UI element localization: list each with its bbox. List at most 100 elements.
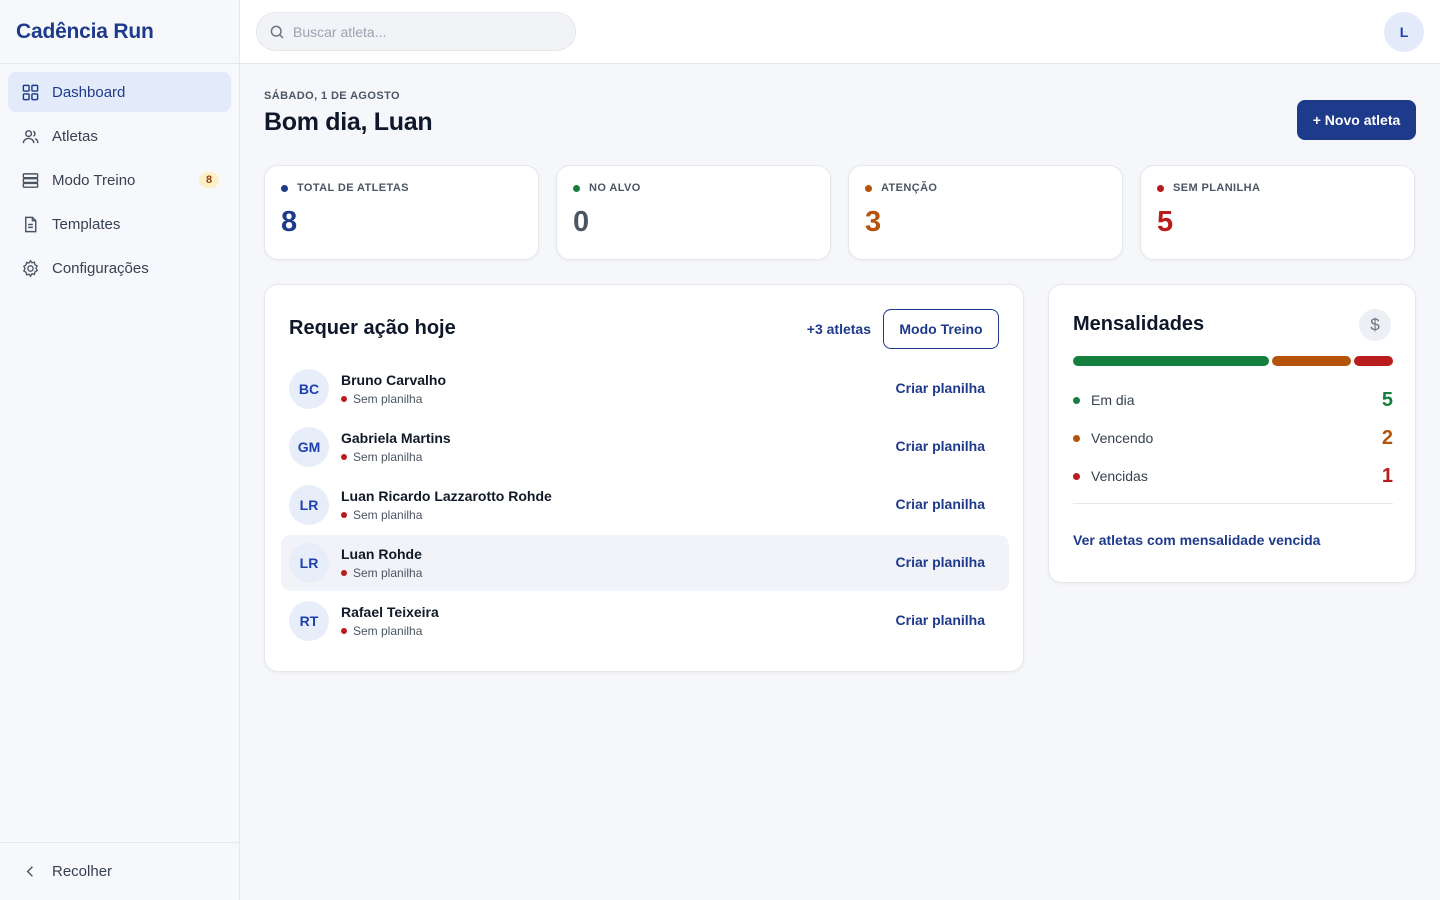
search-input[interactable] <box>293 23 553 40</box>
athlete-status: Sem planilha <box>341 624 439 638</box>
list-item[interactable]: RT Rafael Teixeira Sem planilha Criar pl… <box>281 593 1009 649</box>
create-plan-link[interactable]: Criar planilha <box>896 438 985 454</box>
athlete-name: Luan Ricardo Lazzarotto Rohde <box>341 488 552 504</box>
action-card: Requer ação hoje +3 atletas Modo Treino … <box>264 284 1024 672</box>
stat-label: TOTAL DE ATLETAS <box>297 182 409 194</box>
stat-label: NO ALVO <box>589 182 641 194</box>
search-icon <box>269 24 285 40</box>
mode-treino-button[interactable]: Modo Treino <box>883 309 999 349</box>
sidebar-item-atletas[interactable]: Atletas <box>8 116 231 156</box>
athlete-status: Sem planilha <box>341 566 422 580</box>
chevron-left-icon <box>20 862 40 882</box>
search-box[interactable] <box>256 12 576 51</box>
fee-bar-segment <box>1272 356 1351 366</box>
avatar: RT <box>289 601 329 641</box>
fee-label: Vencidas <box>1091 468 1148 484</box>
status-text: Sem planilha <box>353 508 423 522</box>
athlete-status: Sem planilha <box>341 508 552 522</box>
athlete-info: Rafael Teixeira Sem planilha <box>341 604 439 638</box>
fees-status-bar <box>1073 356 1393 366</box>
gear-icon <box>20 258 40 278</box>
status-dot <box>341 570 347 576</box>
sidebar-item-label: Configurações <box>52 259 149 277</box>
stat-card-total[interactable]: TOTAL DE ATLETAS 8 <box>264 165 539 260</box>
status-dot <box>865 184 872 192</box>
athlete-info: Luan Ricardo Lazzarotto Rohde Sem planil… <box>341 488 552 522</box>
sidebar-item-modo-treino[interactable]: Modo Treino 8 <box>8 160 231 200</box>
athlete-name: Luan Rohde <box>341 546 422 562</box>
document-icon <box>20 214 40 234</box>
list-item[interactable]: LR Luan Rohde Sem planilha Criar planilh… <box>281 535 1009 591</box>
status-text: Sem planilha <box>353 566 423 580</box>
stat-label-row: SEM PLANILHA <box>1157 182 1398 194</box>
status-dot <box>573 184 580 192</box>
stat-label: ATENÇÃO <box>881 182 938 194</box>
stat-card-no-alvo[interactable]: NO ALVO 0 <box>556 165 831 260</box>
sidebar-item-label: Atletas <box>52 127 98 145</box>
status-text: Sem planilha <box>353 624 423 638</box>
sidebar: Cadência Run Dashboard Atletas Modo Trei… <box>0 0 240 900</box>
create-plan-link[interactable]: Criar planilha <box>896 554 985 570</box>
more-athletes-link[interactable]: +3 atletas <box>807 321 871 337</box>
sidebar-item-templates[interactable]: Templates <box>8 204 231 244</box>
stat-card-atencao[interactable]: ATENÇÃO 3 <box>848 165 1123 260</box>
stat-value: 0 <box>573 206 590 238</box>
sidebar-item-label: Templates <box>52 215 121 233</box>
sidebar-item-configuracoes[interactable]: Configurações <box>8 248 231 288</box>
fees-card: Mensalidades $ Em dia 5 Vencendo 2 Venci… <box>1048 284 1416 583</box>
stat-label-row: TOTAL DE ATLETAS <box>281 182 522 194</box>
athlete-info: Gabriela Martins Sem planilha <box>341 430 451 464</box>
athlete-name: Rafael Teixeira <box>341 604 439 620</box>
status-dot <box>341 512 347 518</box>
grid-icon <box>20 82 40 102</box>
list-item[interactable]: BC Bruno Carvalho Sem planilha Criar pla… <box>281 361 1009 417</box>
fee-row-vencendo: Vencendo 2 <box>1073 419 1393 457</box>
fee-row-em-dia: Em dia 5 <box>1073 381 1393 419</box>
topbar: L <box>240 0 1440 64</box>
athlete-name: Gabriela Martins <box>341 430 451 446</box>
avatar: BC <box>289 369 329 409</box>
athlete-status: Sem planilha <box>341 450 451 464</box>
list-item[interactable]: GM Gabriela Martins Sem planilha Criar p… <box>281 419 1009 475</box>
users-icon <box>20 126 40 146</box>
overdue-athletes-link[interactable]: Ver atletas com mensalidade vencida <box>1073 532 1320 548</box>
fee-count: 1 <box>1381 464 1393 487</box>
stat-value: 5 <box>1157 206 1174 238</box>
status-text: Sem planilha <box>353 450 423 464</box>
stats-row: TOTAL DE ATLETAS 8 NO ALVO 0 ATENÇÃO 3 S… <box>264 165 1416 260</box>
create-plan-link[interactable]: Criar planilha <box>896 612 985 628</box>
collapse-button[interactable]: Recolher <box>0 842 239 900</box>
list-item[interactable]: LR Luan Ricardo Lazzarotto Rohde Sem pla… <box>281 477 1009 533</box>
brand-logo[interactable]: Cadência Run <box>0 0 239 64</box>
create-plan-link[interactable]: Criar planilha <box>896 380 985 396</box>
fee-row-vencidas: Vencidas 1 <box>1073 457 1393 495</box>
status-dot <box>281 184 288 192</box>
page-title: Bom dia, Luan <box>264 108 433 136</box>
status-dot <box>341 628 347 634</box>
fees-breakdown: Em dia 5 Vencendo 2 Vencidas 1 <box>1073 381 1393 495</box>
stat-card-sem-planilha[interactable]: SEM PLANILHA 5 <box>1140 165 1415 260</box>
sidebar-nav: Dashboard Atletas Modo Treino 8 Template… <box>0 64 239 300</box>
collapse-label: Recolher <box>52 863 113 880</box>
fee-label: Vencendo <box>1091 430 1154 446</box>
athlete-info: Bruno Carvalho Sem planilha <box>341 372 446 406</box>
dollar-icon: $ <box>1359 309 1391 341</box>
status-text: Sem planilha <box>353 392 423 406</box>
stat-value: 3 <box>865 206 882 238</box>
fees-card-title: Mensalidades <box>1073 313 1205 335</box>
stat-label-row: NO ALVO <box>573 182 814 194</box>
current-date: SÁBADO, 1 DE AGOSTO <box>264 90 400 102</box>
divider <box>1073 503 1393 504</box>
sidebar-item-label: Dashboard <box>52 83 126 101</box>
sidebar-item-dashboard[interactable]: Dashboard <box>8 72 231 112</box>
athlete-name: Bruno Carvalho <box>341 372 447 388</box>
create-plan-link[interactable]: Criar planilha <box>896 496 985 512</box>
user-avatar[interactable]: L <box>1384 12 1424 52</box>
sidebar-item-label: Modo Treino <box>52 171 136 189</box>
status-dot <box>1073 434 1080 442</box>
count-badge: 8 <box>199 172 219 188</box>
fee-bar-segment <box>1353 356 1393 366</box>
athlete-info: Luan Rohde Sem planilha <box>341 546 422 580</box>
new-athlete-button[interactable]: + Novo atleta <box>1297 100 1416 140</box>
avatar: LR <box>289 543 329 583</box>
